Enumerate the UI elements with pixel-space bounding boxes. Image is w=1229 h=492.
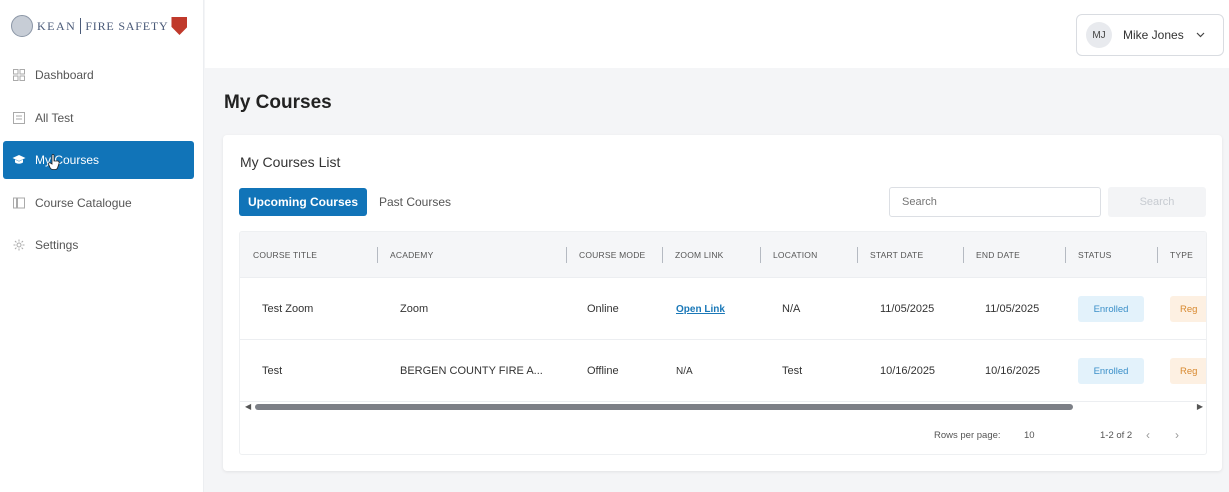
- sidebar-item-label: All Test: [35, 110, 74, 125]
- type-badge: Reg: [1170, 358, 1206, 384]
- table-row[interactable]: Test Zoom Zoom Online Open Link N/A 11/0…: [240, 278, 1206, 340]
- search-input[interactable]: [889, 187, 1101, 217]
- column-header-zoom-link[interactable]: ZOOM LINK: [662, 232, 724, 278]
- cell-type: Reg: [1170, 340, 1206, 402]
- user-menu-button[interactable]: MJ Mike Jones: [1076, 14, 1224, 56]
- mouse-pointer-icon: [48, 154, 60, 170]
- graduation-cap-icon: [12, 153, 26, 167]
- top-bar: MJ Mike Jones: [205, 0, 1229, 68]
- scroll-right-icon[interactable]: ▶: [1197, 402, 1203, 411]
- cell-academy: BERGEN COUNTY FIRE A...: [400, 365, 543, 377]
- cell-zoom-link[interactable]: Open Link: [676, 278, 725, 340]
- cell-academy: Zoom: [400, 303, 429, 315]
- sidebar-item-dashboard[interactable]: Dashboard: [3, 56, 194, 94]
- university-seal-icon: [11, 15, 33, 37]
- column-header-start-date[interactable]: START DATE: [857, 232, 923, 278]
- page-title: My Courses: [224, 92, 332, 113]
- chevron-right-icon[interactable]: ›: [1175, 428, 1179, 442]
- avatar: MJ: [1086, 22, 1112, 48]
- chevron-left-icon[interactable]: ‹: [1146, 428, 1150, 442]
- sidebar: KEAN FIRE SAFETY Dashboard All Test My C…: [0, 0, 204, 492]
- courses-card: My Courses List Upcoming Courses Past Co…: [223, 135, 1222, 471]
- column-header-course-title[interactable]: COURSE TITLE: [253, 232, 317, 278]
- chevron-down-icon: [1196, 30, 1205, 41]
- cell-location: N/A: [782, 303, 801, 315]
- cell-course-title: Test Zoom: [262, 303, 314, 315]
- column-header-status[interactable]: STATUS: [1065, 232, 1111, 278]
- logo-divider: [80, 18, 82, 34]
- page-range: 1-2 of 2: [1100, 430, 1133, 441]
- cell-course-mode: Online: [587, 303, 619, 315]
- cell-status: Enrolled: [1078, 340, 1144, 402]
- cell-type: Reg: [1170, 278, 1206, 340]
- courses-table: COURSE TITLE ACADEMY COURSE MODE ZOOM LI…: [239, 231, 1207, 455]
- column-header-type[interactable]: TYPE: [1157, 232, 1193, 278]
- kean-fire-safety-logo[interactable]: KEAN FIRE SAFETY: [11, 13, 191, 39]
- status-badge: Enrolled: [1078, 358, 1144, 384]
- shield-icon: [171, 17, 188, 35]
- cell-zoom-link: N/A: [676, 365, 693, 377]
- document-icon: [12, 111, 26, 125]
- sidebar-item-label: Settings: [35, 238, 79, 252]
- cell-start-date: 11/05/2025: [880, 303, 935, 315]
- status-badge: Enrolled: [1078, 296, 1144, 322]
- column-header-academy[interactable]: ACADEMY: [377, 232, 433, 278]
- horizontal-scrollbar[interactable]: ◀ ▶: [240, 402, 1206, 414]
- type-badge: Reg: [1170, 296, 1206, 322]
- table-row[interactable]: Test BERGEN COUNTY FIRE A... Offline N/A…: [240, 340, 1206, 402]
- cell-start-date: 10/16/2025: [880, 365, 936, 377]
- tab-past-courses[interactable]: Past Courses: [373, 188, 457, 216]
- cell-end-date: 11/05/2025: [985, 303, 1040, 315]
- cell-location: Test: [782, 365, 803, 377]
- sidebar-item-label: Dashboard: [35, 68, 94, 82]
- gear-icon: [12, 238, 26, 252]
- table-header: COURSE TITLE ACADEMY COURSE MODE ZOOM LI…: [240, 232, 1206, 278]
- scrollbar-thumb[interactable]: [255, 404, 1073, 410]
- sidebar-nav: Dashboard All Test My Courses Course Cat…: [3, 56, 194, 269]
- cell-course-title: Test: [262, 365, 283, 377]
- sidebar-item-all-test[interactable]: All Test: [3, 99, 194, 137]
- column-header-course-mode[interactable]: COURSE MODE: [566, 232, 645, 278]
- sidebar-item-label: My Courses: [35, 153, 100, 167]
- sidebar-item-course-catalogue[interactable]: Course Catalogue: [3, 184, 194, 222]
- tab-upcoming-courses[interactable]: Upcoming Courses: [239, 188, 367, 216]
- column-header-end-date[interactable]: END DATE: [963, 232, 1020, 278]
- rows-per-page-select[interactable]: 10: [1024, 430, 1035, 441]
- sidebar-item-my-courses[interactable]: My Courses: [3, 141, 194, 179]
- card-title: My Courses List: [240, 154, 341, 170]
- cell-course-mode: Offline: [587, 365, 619, 377]
- sidebar-item-settings[interactable]: Settings: [3, 226, 194, 264]
- column-header-location[interactable]: LOCATION: [760, 232, 817, 278]
- search-button[interactable]: Search: [1108, 187, 1206, 217]
- cell-status: Enrolled: [1078, 278, 1144, 340]
- scroll-left-icon[interactable]: ◀: [245, 402, 251, 411]
- logo-text-kean: KEAN: [37, 18, 77, 33]
- cell-end-date: 10/16/2025: [985, 365, 1041, 377]
- pagination: Rows per page: 10 1-2 of 2 ‹ ›: [240, 416, 1206, 454]
- rows-per-page-label: Rows per page:: [934, 430, 1001, 441]
- grid-icon: [12, 68, 26, 82]
- logo-text-fire-safety: FIRE SAFETY: [85, 18, 169, 33]
- user-name: Mike Jones: [1123, 28, 1184, 42]
- catalogue-icon: [12, 196, 26, 210]
- sidebar-item-label: Course Catalogue: [35, 195, 132, 210]
